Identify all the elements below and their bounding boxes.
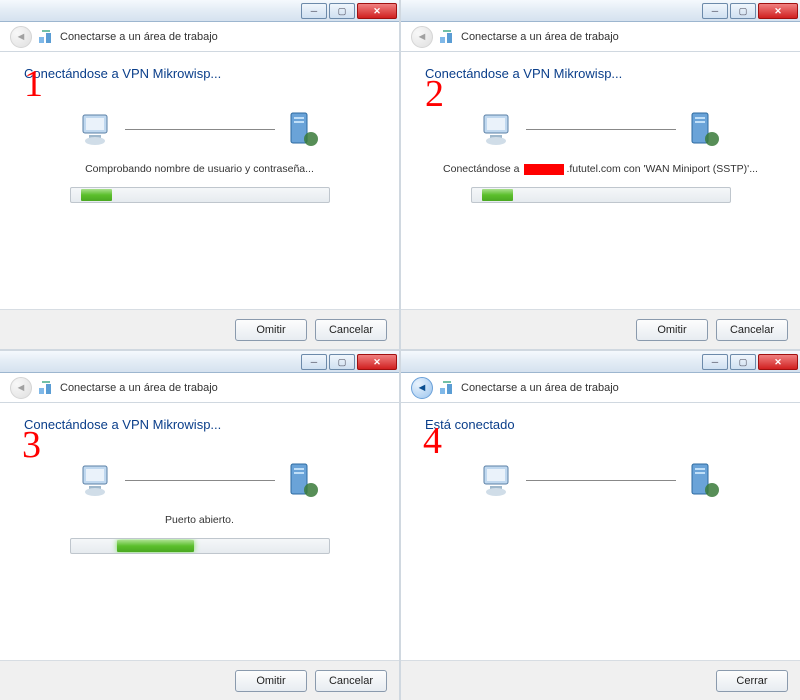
dialog-footer: Omitir Cancelar [401, 309, 800, 349]
dialog-footer: Omitir Cancelar [0, 660, 399, 700]
server-icon [281, 460, 321, 500]
dialog-body: Conectándose a VPN Mikrowisp... Comproba… [0, 52, 399, 309]
dialog-footer: Cerrar [401, 660, 800, 700]
minimize-button[interactable]: ─ [702, 3, 728, 19]
titlebar: ─ ▢ ✕ [0, 351, 399, 373]
connection-graphic [24, 460, 375, 500]
wizard-header: ◄ Conectarse a un área de trabajo [401, 22, 800, 52]
back-button: ◄ [10, 377, 32, 399]
client-pc-icon [79, 109, 119, 149]
network-icon [38, 380, 54, 396]
maximize-button[interactable]: ▢ [329, 354, 355, 370]
progress-bar [70, 187, 330, 203]
wizard-header: ◄ Conectarse a un área de trabajo [401, 373, 800, 403]
dialog-footer: Omitir Cancelar [0, 309, 399, 349]
status-text: Puerto abierto. [24, 514, 375, 528]
network-icon [38, 29, 54, 45]
vpn-dialog-step-4: 4 ─ ▢ ✕ ◄ Conectarse a un área de trabaj… [401, 351, 800, 700]
main-title: Conectándose a VPN Mikrowisp... [425, 66, 776, 81]
close-button[interactable]: ✕ [357, 354, 397, 370]
status-text: Comprobando nombre de usuario y contrase… [24, 163, 375, 177]
vpn-dialog-step-2: 2 ─ ▢ ✕ ◄ Conectarse a un área de trabaj… [401, 0, 800, 349]
back-button[interactable]: ◄ [411, 377, 433, 399]
minimize-button[interactable]: ─ [301, 354, 327, 370]
main-title: Conectándose a VPN Mikrowisp... [24, 66, 375, 81]
vpn-dialog-step-3: 3 ─ ▢ ✕ ◄ Conectarse a un área de trabaj… [0, 351, 399, 700]
back-button: ◄ [411, 26, 433, 48]
connection-line [125, 480, 275, 481]
close-button[interactable]: ✕ [758, 354, 798, 370]
cancel-button[interactable]: Cancelar [716, 319, 788, 341]
minimize-button[interactable]: ─ [702, 354, 728, 370]
network-icon [439, 29, 455, 45]
wizard-title: Conectarse a un área de trabajo [461, 382, 619, 394]
dialog-body: Conectándose a VPN Mikrowisp... Puerto a… [0, 403, 399, 660]
server-icon [281, 109, 321, 149]
cancel-button[interactable]: Cancelar [315, 670, 387, 692]
wizard-title: Conectarse a un área de trabajo [461, 31, 619, 43]
progress-fill [117, 540, 194, 552]
client-pc-icon [480, 460, 520, 500]
close-button[interactable]: ✕ [357, 3, 397, 19]
maximize-button[interactable]: ▢ [730, 354, 756, 370]
titlebar: ─ ▢ ✕ [401, 0, 800, 22]
close-dialog-button[interactable]: Cerrar [716, 670, 788, 692]
wizard-header: ◄ Conectarse a un área de trabajo [0, 22, 399, 52]
client-pc-icon [79, 460, 119, 500]
status-suffix: .fututel.com con 'WAN Miniport (SSTP)'..… [566, 163, 758, 175]
main-title: Conectándose a VPN Mikrowisp... [24, 417, 375, 432]
skip-button[interactable]: Omitir [636, 319, 708, 341]
client-pc-icon [480, 109, 520, 149]
vpn-dialog-step-1: 1 ─ ▢ ✕ ◄ Conectarse a un área de trabaj… [0, 0, 399, 349]
progress-fill [482, 189, 513, 201]
dialog-body: Está conectado [401, 403, 800, 660]
connection-graphic [425, 109, 776, 149]
progress-fill [81, 189, 112, 201]
progress-bar [70, 538, 330, 554]
connection-graphic [24, 109, 375, 149]
connection-line [526, 480, 676, 481]
minimize-button[interactable]: ─ [301, 3, 327, 19]
titlebar: ─ ▢ ✕ [401, 351, 800, 373]
network-icon [439, 380, 455, 396]
server-icon [682, 109, 722, 149]
back-button: ◄ [10, 26, 32, 48]
redacted-host [524, 164, 564, 175]
connection-graphic [425, 460, 776, 500]
skip-button[interactable]: Omitir [235, 670, 307, 692]
skip-button[interactable]: Omitir [235, 319, 307, 341]
status-prefix: Conectándose a [443, 163, 522, 175]
wizard-title: Conectarse a un área de trabajo [60, 382, 218, 394]
status-text: Conectándose a .fututel.com con 'WAN Min… [425, 163, 776, 177]
wizard-header: ◄ Conectarse a un área de trabajo [0, 373, 399, 403]
dialog-body: Conectándose a VPN Mikrowisp... Conectán… [401, 52, 800, 309]
titlebar: ─ ▢ ✕ [0, 0, 399, 22]
wizard-title: Conectarse a un área de trabajo [60, 31, 218, 43]
progress-bar [471, 187, 731, 203]
close-button[interactable]: ✕ [758, 3, 798, 19]
maximize-button[interactable]: ▢ [329, 3, 355, 19]
maximize-button[interactable]: ▢ [730, 3, 756, 19]
cancel-button[interactable]: Cancelar [315, 319, 387, 341]
main-title: Está conectado [425, 417, 776, 432]
connection-line [526, 129, 676, 130]
server-icon [682, 460, 722, 500]
connection-line [125, 129, 275, 130]
